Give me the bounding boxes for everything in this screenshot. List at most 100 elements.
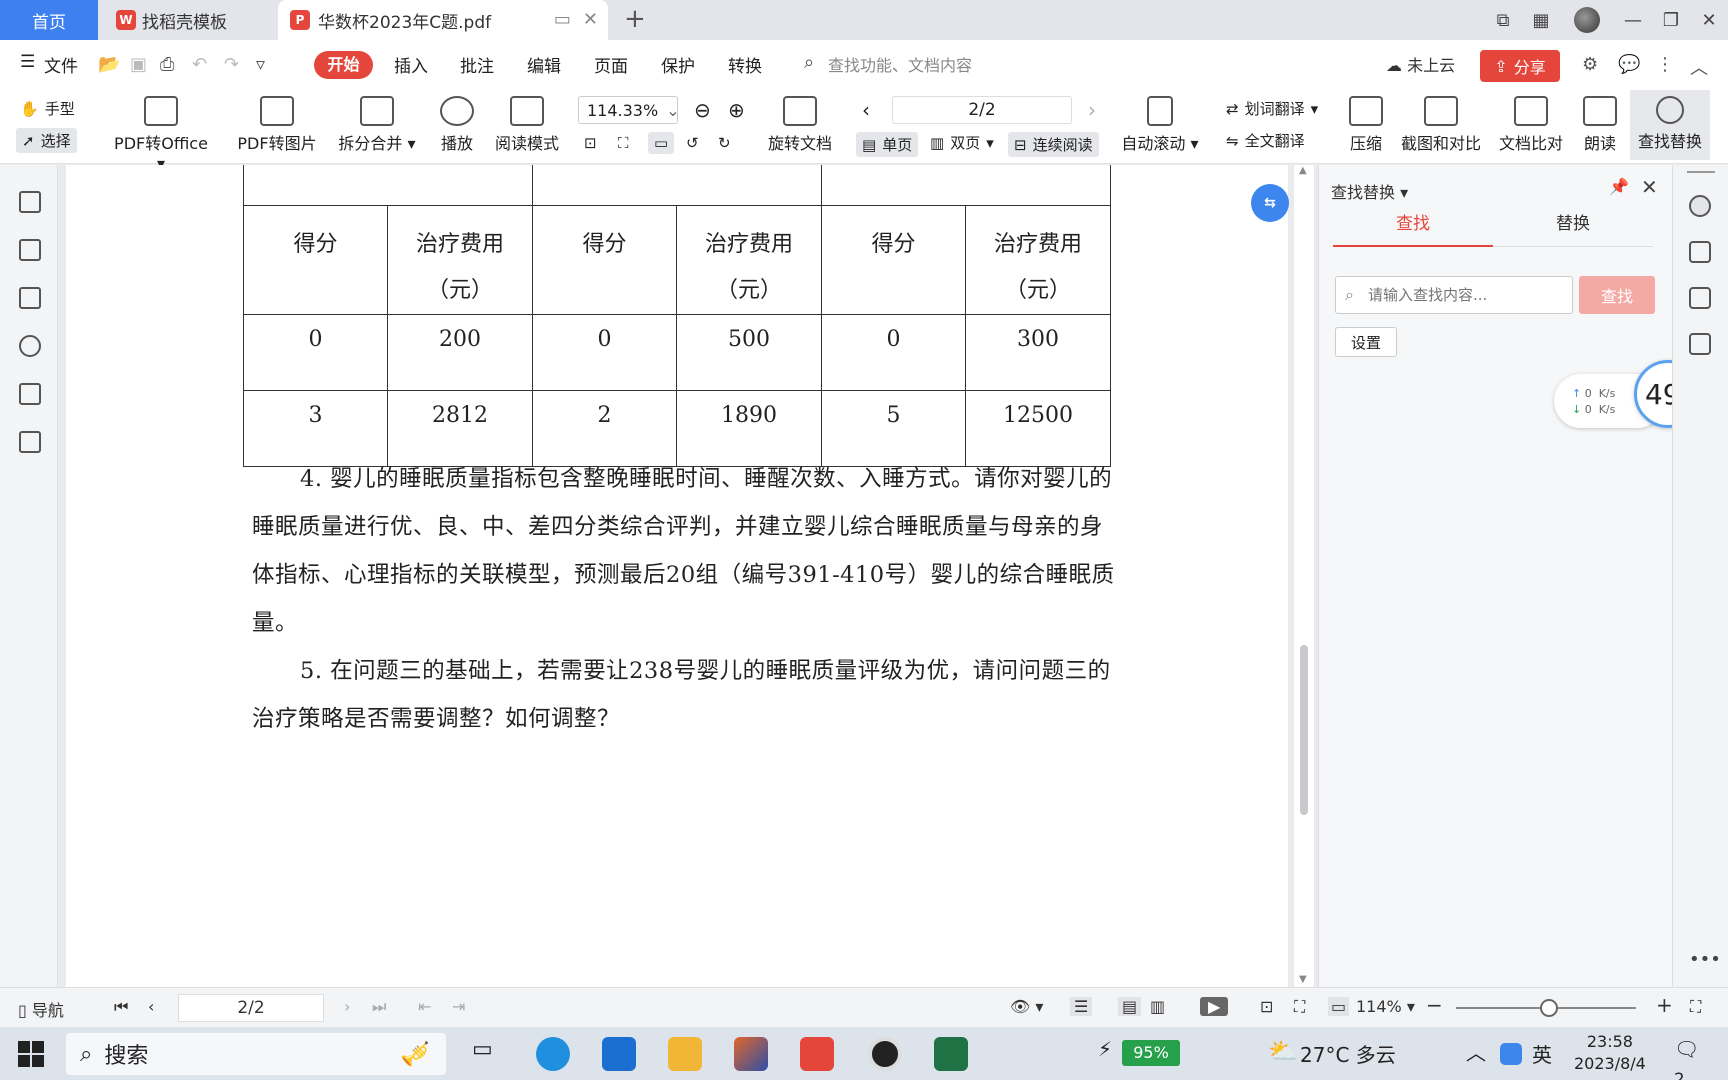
panel-title[interactable]: 查找替换 ▾ bbox=[1331, 179, 1408, 203]
collapse-ribbon-icon[interactable]: ︿ bbox=[1690, 54, 1708, 80]
input-method-icon[interactable] bbox=[1500, 1043, 1522, 1065]
auto-scroll-button[interactable]: 自动滚动 ▾ bbox=[1120, 96, 1200, 154]
record-icon[interactable] bbox=[868, 1037, 902, 1071]
language-indicator[interactable]: 英 bbox=[1532, 1039, 1552, 1068]
doc-compare-button[interactable]: 文档比对 bbox=[1496, 96, 1566, 154]
zoom-in-status-icon[interactable]: + bbox=[1656, 993, 1673, 1017]
find-button[interactable]: 查找 bbox=[1579, 276, 1655, 314]
rotate-left-icon[interactable]: ↺ bbox=[686, 134, 699, 152]
menu-protect[interactable]: 保护 bbox=[661, 52, 695, 77]
tab-document[interactable]: P 华数杯2023年C题.pdf ▭ ✕ bbox=[278, 0, 608, 40]
first-page-icon[interactable]: ⏮ bbox=[114, 997, 128, 1017]
play-status-icon[interactable]: ▶ bbox=[1200, 997, 1229, 1016]
find-replace-button[interactable]: 查找替换 bbox=[1634, 96, 1706, 152]
single-status-icon[interactable]: ▤ bbox=[1118, 997, 1142, 1016]
signature-icon[interactable] bbox=[19, 383, 41, 405]
open-icon[interactable]: 📂 bbox=[98, 54, 120, 75]
cloud-status[interactable]: ☁ 未上云 bbox=[1386, 52, 1455, 76]
share-button[interactable]: ⇪ 分享 bbox=[1480, 50, 1560, 82]
menu-start[interactable]: 开始 bbox=[314, 51, 373, 79]
next-page-icon[interactable]: › bbox=[1088, 98, 1096, 122]
vertical-scrollbar[interactable]: ▲ ▼ bbox=[1294, 165, 1314, 987]
scroll-down-icon[interactable]: ▼ bbox=[1299, 974, 1307, 985]
lenovo-icon[interactable] bbox=[602, 1037, 636, 1071]
print-icon[interactable]: ⎙ bbox=[160, 54, 174, 75]
pdf-to-image-button[interactable]: PDF转图片 bbox=[234, 96, 320, 154]
back-icon[interactable]: ⇤ bbox=[418, 997, 431, 1016]
tab-template[interactable]: W 找稻壳模板 bbox=[100, 0, 274, 40]
prev-page-status-icon[interactable]: ‹ bbox=[148, 997, 154, 1016]
tab-window-icon[interactable]: ▭ bbox=[554, 9, 571, 30]
fit-page-status-icon[interactable]: ⛶ bbox=[1294, 997, 1305, 1017]
weather-text[interactable]: 27°C 多云 bbox=[1300, 1039, 1396, 1068]
settings-icon[interactable]: ⚙ bbox=[1582, 54, 1598, 75]
actual-size-status-icon[interactable]: ⊡ bbox=[1260, 997, 1273, 1016]
clock[interactable]: 23:58 2023/8/4 bbox=[1574, 1031, 1646, 1075]
comments-icon[interactable] bbox=[19, 287, 41, 309]
double-page-button[interactable]: ▥ 双页 ▾ bbox=[930, 132, 994, 153]
screenshot-compare-button[interactable]: 截图和对比 bbox=[1396, 96, 1486, 154]
more-options-icon[interactable]: ••• bbox=[1689, 949, 1721, 970]
customize-icon[interactable]: ▿ bbox=[256, 54, 265, 75]
select-tool[interactable]: ➚ 选择 bbox=[16, 128, 77, 153]
status-page-input[interactable]: 2/2 bbox=[178, 994, 324, 1022]
play-button[interactable]: 播放 bbox=[432, 96, 482, 154]
menu-insert[interactable]: 插入 bbox=[394, 52, 428, 77]
zoom-out-icon[interactable]: ⊖ bbox=[694, 98, 711, 122]
zoom-slider-thumb[interactable] bbox=[1540, 999, 1558, 1017]
menu-edit[interactable]: 编辑 bbox=[527, 52, 561, 77]
menu-file[interactable]: 文件 bbox=[44, 52, 78, 77]
double-status-icon[interactable]: ▥ bbox=[1150, 997, 1165, 1016]
settings-button[interactable]: 设置 bbox=[1335, 327, 1397, 357]
single-page-button[interactable]: ▤ 单页 bbox=[856, 132, 919, 157]
tab-home[interactable]: 首页 bbox=[0, 0, 98, 40]
file-explorer-icon[interactable] bbox=[668, 1037, 702, 1071]
eye-protect-icon[interactable]: 👁 ▾ bbox=[1010, 997, 1043, 1016]
zoom-status-select[interactable]: 114% ▾ bbox=[1356, 997, 1415, 1016]
pdf-to-office-button[interactable]: PDF转Office ▾ bbox=[108, 96, 214, 173]
zoom-in-icon[interactable]: ⊕ bbox=[728, 98, 745, 122]
read-mode-button[interactable]: 阅读模式 bbox=[492, 96, 562, 154]
grid-icon[interactable]: ▦ bbox=[1522, 0, 1560, 40]
thumbnail-icon[interactable] bbox=[19, 239, 41, 261]
split-merge-button[interactable]: 拆分合并 ▾ bbox=[334, 96, 420, 154]
page-indicator-icon[interactable]: ⧉ bbox=[1484, 0, 1522, 40]
full-translate-button[interactable]: ⇋ 全文翻译 bbox=[1226, 130, 1305, 151]
page-number-input[interactable]: 2/2 bbox=[892, 96, 1072, 124]
battery-indicator[interactable]: 95% bbox=[1122, 1040, 1180, 1066]
more-icon[interactable]: ⋮ bbox=[1656, 54, 1674, 75]
hamburger-icon[interactable]: ☰ bbox=[20, 52, 35, 72]
read-panel-icon[interactable] bbox=[1689, 333, 1711, 355]
translate-panel-icon[interactable] bbox=[1689, 241, 1711, 263]
undo-icon[interactable]: ↶ bbox=[192, 54, 207, 75]
strip-handle[interactable] bbox=[1687, 171, 1715, 173]
rotate-right-icon[interactable]: ↻ bbox=[718, 134, 731, 152]
find-panel-icon[interactable] bbox=[1689, 195, 1711, 217]
compress-button[interactable]: 压缩 bbox=[1344, 96, 1388, 154]
minimize-icon[interactable]: — bbox=[1614, 0, 1652, 40]
word-translate-button[interactable]: ⇄ 划词翻译 ▾ bbox=[1226, 98, 1318, 119]
avatar[interactable] bbox=[1574, 7, 1600, 33]
floating-translate-icon[interactable]: ⇆ bbox=[1251, 184, 1289, 222]
hand-tool[interactable]: ✋ 手型 bbox=[20, 98, 75, 119]
fit-page-icon[interactable]: ⛶ bbox=[618, 134, 629, 152]
task-view-icon[interactable]: ▭ bbox=[472, 1037, 506, 1071]
comment-icon[interactable]: 💬 bbox=[1618, 54, 1640, 75]
function-search[interactable]: 查找功能、文档内容 bbox=[828, 52, 972, 76]
restore-icon[interactable]: ❐ bbox=[1652, 0, 1690, 40]
prev-page-icon[interactable]: ‹ bbox=[862, 98, 870, 122]
notification-icon[interactable]: 🗨2 bbox=[1674, 1037, 1708, 1080]
tab-replace[interactable]: 替换 bbox=[1493, 211, 1653, 247]
pin-icon[interactable]: 📌 bbox=[1609, 177, 1629, 196]
last-page-icon[interactable]: ⏭ bbox=[372, 997, 386, 1017]
panel-close-icon[interactable]: ✕ bbox=[1641, 175, 1658, 199]
actual-size-icon[interactable]: ⊡ bbox=[584, 134, 597, 152]
find-input[interactable] bbox=[1335, 276, 1573, 314]
matlab-icon[interactable] bbox=[734, 1037, 768, 1071]
menu-annotate[interactable]: 批注 bbox=[460, 52, 494, 77]
fullscreen-icon[interactable]: ⛶ bbox=[1690, 997, 1701, 1017]
zoom-out-status-icon[interactable]: − bbox=[1426, 993, 1443, 1017]
redo-icon[interactable]: ↷ bbox=[224, 54, 239, 75]
forward-icon[interactable]: ⇥ bbox=[452, 997, 465, 1016]
scrollbar-thumb[interactable] bbox=[1300, 645, 1308, 815]
